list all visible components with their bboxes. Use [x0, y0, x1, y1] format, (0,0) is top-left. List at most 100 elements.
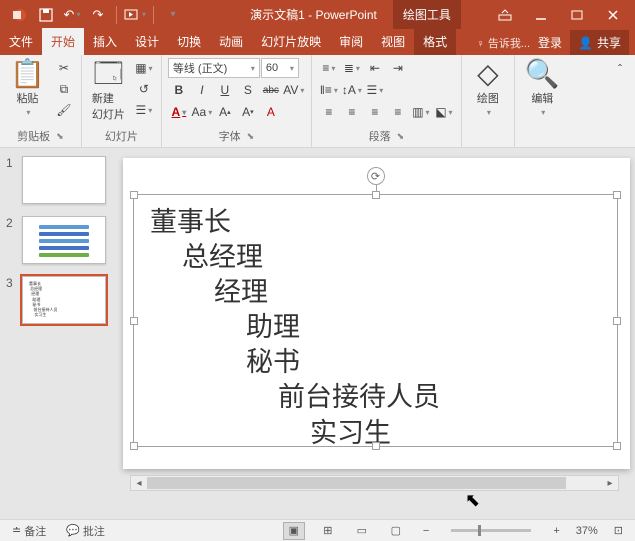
- tab-format[interactable]: 格式: [414, 28, 456, 55]
- textbox-content[interactable]: 董事长 总经理 经理 助理 秘书 前台接待人员 实习生: [134, 195, 617, 461]
- layout-button[interactable]: ▦▾: [133, 58, 155, 78]
- drawing-button[interactable]: ◇ 绘图 ▾: [468, 58, 508, 119]
- slide-thumbnails-panel[interactable]: 1 2 3 董事长 总经理 经理 助理 秘书 前台接待人员 实习生: [0, 148, 118, 519]
- change-case-button[interactable]: Aa▾: [191, 102, 213, 122]
- paste-button[interactable]: 📋 粘贴 ▾: [6, 58, 49, 119]
- horizontal-scrollbar[interactable]: ◂ ▸: [130, 475, 619, 491]
- comments-button[interactable]: 💬 批注: [62, 523, 109, 539]
- notes-button[interactable]: ≐ 备注: [8, 523, 50, 539]
- undo-button[interactable]: ↶▾: [60, 3, 84, 27]
- tab-view[interactable]: 视图: [372, 28, 414, 55]
- redo-button[interactable]: ↷: [86, 3, 110, 27]
- scrollbar-thumb[interactable]: [147, 477, 566, 489]
- justify-button[interactable]: ≡: [387, 102, 409, 122]
- save-button[interactable]: [34, 3, 58, 27]
- resize-handle-mr[interactable]: [613, 317, 621, 325]
- slide-canvas-area[interactable]: ⟳ 董事长 总经理 经理 助理 秘书 前台接待人员 实习生: [118, 148, 635, 519]
- clipboard-dialog-launcher[interactable]: ⬊: [56, 131, 64, 142]
- maximize-button[interactable]: [559, 0, 595, 29]
- paragraph-dialog-launcher[interactable]: ⬊: [397, 131, 405, 142]
- text-box[interactable]: ⟳ 董事长 总经理 经理 助理 秘书 前台接待人员 实习生: [133, 194, 618, 447]
- paragraph-group-label: 段落: [369, 128, 391, 144]
- tab-file[interactable]: 文件: [0, 28, 42, 55]
- minimize-button[interactable]: [523, 0, 559, 29]
- zoom-level[interactable]: 37%: [576, 525, 598, 537]
- zoom-in-button[interactable]: +: [549, 525, 563, 537]
- shadow-button[interactable]: S: [237, 80, 259, 100]
- shrink-font-button[interactable]: A▾: [237, 102, 259, 122]
- thumbnail-item[interactable]: 1: [6, 156, 112, 204]
- normal-view-button[interactable]: ▣: [283, 522, 305, 540]
- text-direction-button[interactable]: ↕A▾: [341, 80, 363, 100]
- slideshow-view-button[interactable]: ▢: [385, 522, 407, 540]
- align-right-button[interactable]: ≡: [364, 102, 386, 122]
- align-center-button[interactable]: ≡: [341, 102, 363, 122]
- tab-review[interactable]: 审阅: [330, 28, 372, 55]
- share-button[interactable]: 👤共享: [570, 30, 629, 55]
- zoom-out-button[interactable]: −: [419, 525, 433, 537]
- section-button[interactable]: ☰▾: [133, 100, 155, 120]
- tab-home[interactable]: 开始: [42, 28, 84, 55]
- tab-design[interactable]: 设计: [126, 28, 168, 55]
- start-from-beginning-button[interactable]: ▾: [123, 3, 147, 27]
- clear-format-button[interactable]: A: [260, 102, 282, 122]
- increase-indent-button[interactable]: ⇥: [387, 58, 409, 78]
- line-spacing-button[interactable]: ‖≡▾: [318, 80, 340, 100]
- editing-button[interactable]: 🔍 编辑 ▾: [521, 58, 564, 119]
- fit-to-window-button[interactable]: ⊡: [610, 524, 627, 537]
- tab-transitions[interactable]: 切换: [168, 28, 210, 55]
- rotation-handle[interactable]: ⟳: [367, 167, 385, 185]
- grow-font-button[interactable]: A▴: [214, 102, 236, 122]
- font-color-button[interactable]: A▾: [168, 102, 190, 122]
- font-name-combo[interactable]: 等线 (正文)▾: [168, 58, 260, 78]
- numbering-button[interactable]: ≣▾: [341, 58, 363, 78]
- align-left-button[interactable]: ≡: [318, 102, 340, 122]
- tab-slideshow[interactable]: 幻灯片放映: [252, 28, 330, 55]
- scroll-left-button[interactable]: ◂: [131, 478, 147, 489]
- resize-handle-bl[interactable]: [130, 442, 138, 450]
- resize-handle-br[interactable]: [613, 442, 621, 450]
- qat-customize-button[interactable]: ▾: [160, 3, 184, 27]
- thumbnail-slide-3[interactable]: 董事长 总经理 经理 助理 秘书 前台接待人员 实习生: [22, 276, 106, 324]
- reset-button[interactable]: ↺: [133, 79, 155, 99]
- resize-handle-tl[interactable]: [130, 191, 138, 199]
- strikethrough-button[interactable]: abc: [260, 80, 282, 100]
- tell-me-search[interactable]: ♀ 告诉我...: [477, 35, 530, 51]
- columns-button[interactable]: ▥▾: [410, 102, 432, 122]
- text-line: 经理: [150, 275, 601, 310]
- thumbnail-slide-1[interactable]: [22, 156, 106, 204]
- char-spacing-button[interactable]: AV▾: [283, 80, 305, 100]
- reading-view-button[interactable]: ▭: [351, 522, 373, 540]
- ribbon-options-button[interactable]: [487, 0, 523, 29]
- thumbnail-item[interactable]: 2: [6, 216, 112, 264]
- close-button[interactable]: [595, 0, 631, 29]
- format-painter-button[interactable]: 🖌: [53, 100, 75, 120]
- resize-handle-tm[interactable]: [372, 191, 380, 199]
- bold-button[interactable]: B: [168, 80, 190, 100]
- zoom-slider[interactable]: [451, 529, 531, 532]
- underline-button[interactable]: U: [214, 80, 236, 100]
- slide[interactable]: ⟳ 董事长 总经理 经理 助理 秘书 前台接待人员 实习生: [123, 158, 630, 469]
- sorter-view-button[interactable]: ⊞: [317, 522, 339, 540]
- thumbnail-slide-2[interactable]: [22, 216, 106, 264]
- italic-button[interactable]: I: [191, 80, 213, 100]
- scroll-right-button[interactable]: ▸: [602, 478, 618, 489]
- font-dialog-launcher[interactable]: ⬊: [247, 131, 255, 142]
- cut-button[interactable]: ✂: [53, 58, 75, 78]
- thumbnail-item[interactable]: 3 董事长 总经理 经理 助理 秘书 前台接待人员 实习生: [6, 276, 112, 324]
- thumb-number: 1: [6, 156, 16, 204]
- tab-animations[interactable]: 动画: [210, 28, 252, 55]
- new-slide-button[interactable]: 🗔 新建 幻灯片: [88, 58, 129, 124]
- bullets-button[interactable]: ≡▾: [318, 58, 340, 78]
- smartart-button[interactable]: ⬕▾: [433, 102, 455, 122]
- collapse-ribbon-button[interactable]: ˆ: [609, 59, 631, 79]
- decrease-indent-button[interactable]: ⇤: [364, 58, 386, 78]
- copy-button[interactable]: ⧉: [53, 79, 75, 99]
- align-text-button[interactable]: ☰▾: [364, 80, 386, 100]
- resize-handle-bm[interactable]: [372, 442, 380, 450]
- font-size-combo[interactable]: 60▾: [261, 58, 299, 78]
- login-button[interactable]: 登录: [538, 34, 562, 51]
- tab-insert[interactable]: 插入: [84, 28, 126, 55]
- resize-handle-tr[interactable]: [613, 191, 621, 199]
- resize-handle-ml[interactable]: [130, 317, 138, 325]
